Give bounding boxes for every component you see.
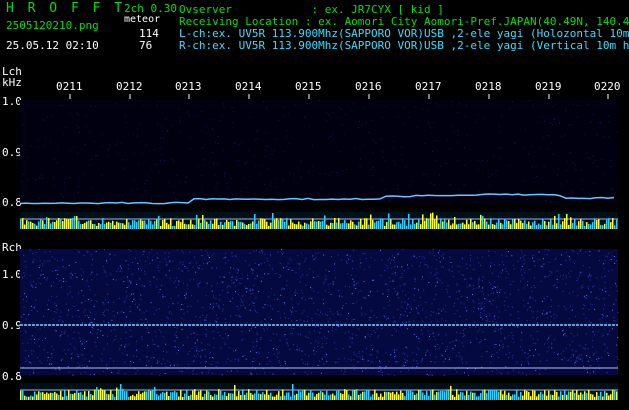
rch-spectrogram — [20, 249, 618, 375]
lch-tick-marks — [69, 94, 609, 99]
lch-spectrogram — [20, 100, 618, 203]
spectrogram-canvas — [19, 94, 619, 400]
spectrogram-window: H R O F F T 2ch 0.30 2505120210.png mete… — [0, 0, 629, 410]
